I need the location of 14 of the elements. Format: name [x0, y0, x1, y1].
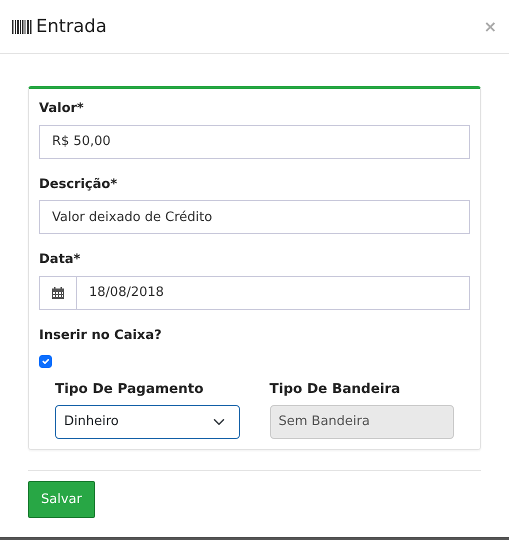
modal-title: Entrada [36, 15, 107, 39]
field-label: Tipo De Bandeira [270, 380, 400, 398]
checkbox[interactable] [39, 355, 52, 368]
text-field[interactable]: Valor deixado de Crédito [39, 200, 470, 234]
field-label: Tipo De Pagamento [55, 380, 204, 398]
date-field[interactable]: 18/08/2018 [77, 276, 470, 310]
text-field[interactable]: R$ 50,00 [39, 124, 470, 158]
barcode-icon [12, 20, 32, 34]
field-label: Valor* [39, 100, 84, 118]
field-label: Descrição* [39, 176, 118, 194]
field-label: Data* [39, 251, 80, 269]
field-label: Inserir no Caixa? [39, 326, 162, 344]
calendar-icon [52, 286, 64, 298]
select-field[interactable]: Dinheiro [55, 404, 240, 439]
